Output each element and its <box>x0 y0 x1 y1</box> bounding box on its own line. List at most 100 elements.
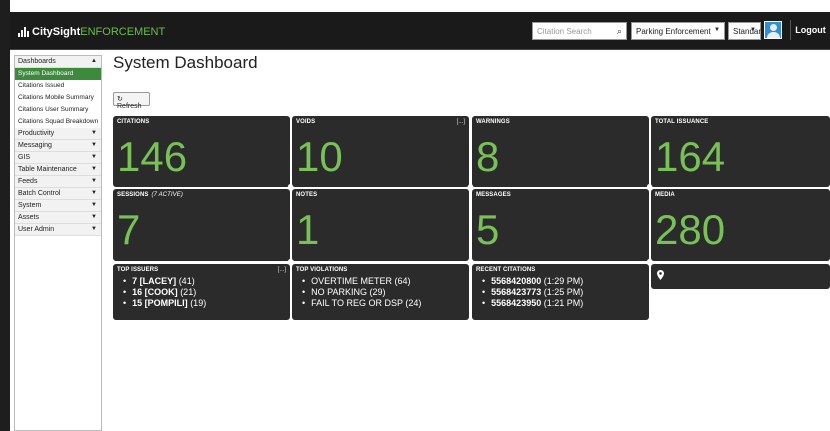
sidebar-section-user-admin[interactable]: User Admin ▼ <box>15 224 101 236</box>
list-item[interactable]: 5568423950 (1:21 PM) <box>482 298 583 309</box>
grid-handle[interactable] <box>468 184 473 189</box>
tile-value: 10 <box>296 133 343 180</box>
section-label: System <box>18 202 42 209</box>
sessions-tile[interactable]: SESSIONS (7 ACTIVE) 7 <box>113 189 290 261</box>
voids-tile[interactable]: VOIDS [...] 10 <box>292 116 469 187</box>
list-item[interactable]: 5568423773 (1:25 PM) <box>482 287 583 298</box>
tile-label-text: SESSIONS <box>117 192 149 198</box>
citation-number: 5568420800 <box>491 276 542 286</box>
more-link[interactable]: [...] <box>457 119 465 125</box>
sidebar-section-messaging[interactable]: Messaging ▼ <box>15 140 101 152</box>
mode-select[interactable]: Standard ▼ <box>728 22 765 40</box>
citation-search-input[interactable]: Citation Search ⌕ <box>532 22 627 40</box>
module-select-value: Parking Enforcement <box>636 27 711 36</box>
chevron-down-icon: ▼ <box>91 226 97 232</box>
list-item[interactable]: NO PARKING (29) <box>302 287 421 298</box>
sidebar-section-assets[interactable]: Assets ▼ <box>15 212 101 224</box>
tile-value: 8 <box>476 133 500 180</box>
grid-handle[interactable] <box>468 259 473 264</box>
chevron-down-icon: ▼ <box>714 27 720 33</box>
tile-label: VOIDS <box>296 119 316 125</box>
sidebar-section-system[interactable]: System ▼ <box>15 200 101 212</box>
sidebar-section-batch-control[interactable]: Batch Control ▼ <box>15 188 101 200</box>
citation-number: 5568423950 <box>491 298 542 308</box>
grid-handle[interactable] <box>647 259 652 264</box>
sidebar-section-gis[interactable]: GIS ▼ <box>15 152 101 164</box>
list-item[interactable]: 5568420800 (1:29 PM) <box>482 276 583 287</box>
logout-button[interactable]: Logout <box>790 20 830 40</box>
more-link[interactable]: [...] <box>278 267 286 273</box>
module-select[interactable]: Parking Enforcement ▼ <box>631 22 725 40</box>
section-label: Batch Control <box>18 190 61 197</box>
tile-label: NOTES <box>296 192 318 198</box>
issuer-name: 7 [LACEY] <box>132 276 177 286</box>
list-item[interactable]: OVERTIME METER (64) <box>302 276 421 287</box>
tile-value: 5 <box>476 206 500 253</box>
sidebar-item-system-dashboard[interactable]: System Dashboard <box>15 68 101 80</box>
grid-handle[interactable] <box>288 184 293 189</box>
sidebar-item-citations-user-summary[interactable]: Citations User Summary <box>15 104 101 116</box>
search-placeholder: Citation Search <box>537 27 592 36</box>
grid-handle[interactable] <box>647 184 652 189</box>
list-item[interactable]: 7 [LACEY] (41) <box>123 276 206 287</box>
messages-tile[interactable]: MESSAGES 5 <box>472 189 649 261</box>
active-sessions-note: (7 ACTIVE) <box>151 192 183 198</box>
tile-value: 164 <box>655 133 726 180</box>
notes-tile[interactable]: NOTES 1 <box>292 189 469 261</box>
warnings-tile[interactable]: WARNINGS 8 <box>472 116 649 187</box>
left-edge <box>0 0 10 431</box>
avatar-head <box>770 24 777 31</box>
chevron-down-icon: ▼ <box>91 214 97 220</box>
top-issuers-tile[interactable]: TOP ISSUERS [...] 7 [LACEY] (41) 16 [COO… <box>113 264 290 320</box>
list-item[interactable]: 16 [COOK] (21) <box>123 287 206 298</box>
app-window: CitySight ENFORCEMENT Citation Search ⌕ … <box>0 0 830 431</box>
top-violations-tile[interactable]: TOP VIOLATIONS OVERTIME METER (64) NO PA… <box>292 264 469 320</box>
sidebar-section-productivity[interactable]: Productivity ▼ <box>15 128 101 140</box>
page-title: System Dashboard <box>113 53 258 72</box>
citation-time: (1:29 PM) <box>543 276 584 286</box>
chevron-down-icon: ▼ <box>91 202 97 208</box>
brand-logo[interactable]: CitySight ENFORCEMENT <box>18 24 165 40</box>
list-item[interactable]: FAIL TO REG OR DSP (24) <box>302 298 421 309</box>
section-label: User Admin <box>18 226 55 233</box>
user-avatar-icon[interactable] <box>764 21 782 39</box>
violation-list: OVERTIME METER (64) NO PARKING (29) FAIL… <box>302 276 421 309</box>
refresh-button[interactable]: ↻ Refresh <box>113 92 150 110</box>
chevron-up-icon: ▲ <box>91 58 97 64</box>
recent-citations-tile[interactable]: RECENT CITATIONS 5568420800 (1:29 PM) 55… <box>472 264 649 320</box>
section-label: Dashboards <box>18 58 56 65</box>
tile-label: SESSIONS (7 ACTIVE) <box>117 192 183 198</box>
sidebar-item-citations-mobile-summary[interactable]: Citations Mobile Summary <box>15 92 101 104</box>
section-label: Assets <box>18 214 40 221</box>
tile-value: 146 <box>117 133 188 180</box>
citation-time: (1:25 PM) <box>543 287 584 297</box>
media-tile[interactable]: MEDIA 280 <box>651 189 830 261</box>
citations-tile[interactable]: CITATIONS 146 <box>113 116 290 187</box>
citation-number: 5568423773 <box>491 287 542 297</box>
search-icon[interactable]: ⌕ <box>617 26 622 37</box>
grid-handle[interactable] <box>288 259 293 264</box>
chevron-down-icon: ▼ <box>91 166 97 172</box>
citation-list: 5568420800 (1:29 PM) 5568423773 (1:25 PM… <box>482 276 583 309</box>
sidebar-section-table-maintenance[interactable]: Table Maintenance ▼ <box>15 164 101 176</box>
tile-value: 1 <box>296 206 320 253</box>
sidebar-item-citations-squad-breakdown[interactable]: Citations Squad Breakdown <box>15 116 101 128</box>
list-item[interactable]: 15 [POMPILI] (19) <box>123 298 206 309</box>
section-label: Table Maintenance <box>18 166 77 173</box>
issuer-count: (41) <box>178 276 195 286</box>
total-issuance-tile[interactable]: TOTAL ISSUANCE 164 <box>651 116 830 187</box>
tile-label: WARNINGS <box>476 119 510 125</box>
tile-label: MESSAGES <box>476 192 511 198</box>
issuer-name: 16 [COOK] <box>132 287 178 297</box>
brand-bars-icon <box>18 27 29 37</box>
sidebar-section-feeds[interactable]: Feeds ▼ <box>15 176 101 188</box>
top-margin <box>0 0 830 12</box>
tile-label: RECENT CITATIONS <box>476 267 536 273</box>
map-pin-icon[interactable] <box>657 270 664 280</box>
chevron-down-icon: ▼ <box>91 142 97 148</box>
map-tile[interactable] <box>651 264 830 289</box>
sidebar-section-dashboards[interactable]: Dashboards ▲ <box>15 56 101 68</box>
sidebar-item-citations-issued[interactable]: Citations Issued <box>15 80 101 92</box>
tile-label: TOP ISSUERS <box>117 267 159 273</box>
refresh-icon: ↻ <box>117 96 123 103</box>
